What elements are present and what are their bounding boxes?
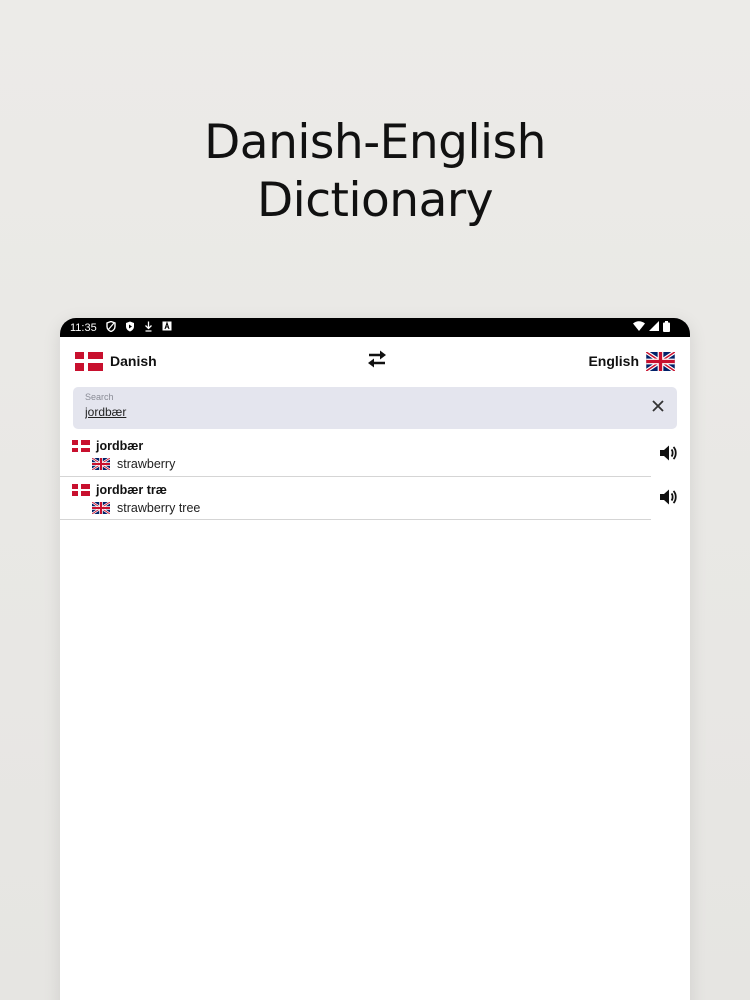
swap-arrows-icon — [367, 350, 386, 367]
battery-icon — [663, 320, 670, 335]
swap-languages-button[interactable] — [357, 349, 397, 374]
denmark-flag-icon — [72, 440, 90, 452]
speaker-icon — [660, 489, 677, 504]
download-icon — [144, 321, 153, 335]
headline-line-2: Dictionary — [256, 173, 494, 228]
wifi-icon — [633, 321, 645, 334]
target-language-selector[interactable]: English — [588, 351, 675, 371]
status-time: 11:35 — [70, 321, 97, 334]
target-language-label: English — [588, 353, 639, 369]
source-language-selector[interactable]: Danish — [75, 351, 157, 371]
language-bar: Danish English — [60, 337, 690, 385]
pronounce-button[interactable] — [658, 487, 678, 507]
speaker-icon — [660, 445, 677, 461]
uk-flag-icon — [646, 351, 675, 371]
result-translation: strawberry — [117, 457, 176, 471]
headline: Danish-English Dictionary — [0, 114, 750, 230]
result-word: jordbær — [96, 439, 144, 453]
results-list: jordbær strawberry jordbær træ strawberr… — [60, 433, 690, 520]
close-icon — [652, 400, 664, 412]
uk-flag-icon — [92, 458, 110, 470]
denmark-flag-icon — [72, 483, 90, 496]
list-item[interactable]: jordbær træ strawberry tree — [60, 477, 690, 520]
status-bar: 11:35 — [60, 318, 690, 337]
headline-line-1: Danish-English — [204, 115, 546, 170]
pronounce-button[interactable] — [658, 443, 678, 463]
keyboard-a-icon — [162, 321, 172, 334]
result-translation: strawberry tree — [117, 500, 201, 515]
source-language-label: Danish — [110, 353, 157, 369]
clear-search-button[interactable] — [651, 398, 665, 416]
signal-icon — [649, 321, 659, 334]
play-protect-icon — [125, 321, 135, 335]
uk-flag-icon — [92, 501, 110, 514]
shield-icon — [106, 320, 116, 335]
search-box[interactable]: Search — [73, 387, 677, 429]
divider — [60, 519, 651, 520]
list-item[interactable]: jordbær strawberry — [60, 433, 690, 477]
app-screen: 11:35 Danish English Search jordbær jord… — [60, 318, 690, 1000]
denmark-flag-icon — [75, 351, 103, 371]
result-word: jordbær træ — [96, 482, 167, 497]
search-label: Search — [85, 392, 114, 402]
search-input[interactable] — [85, 405, 585, 419]
